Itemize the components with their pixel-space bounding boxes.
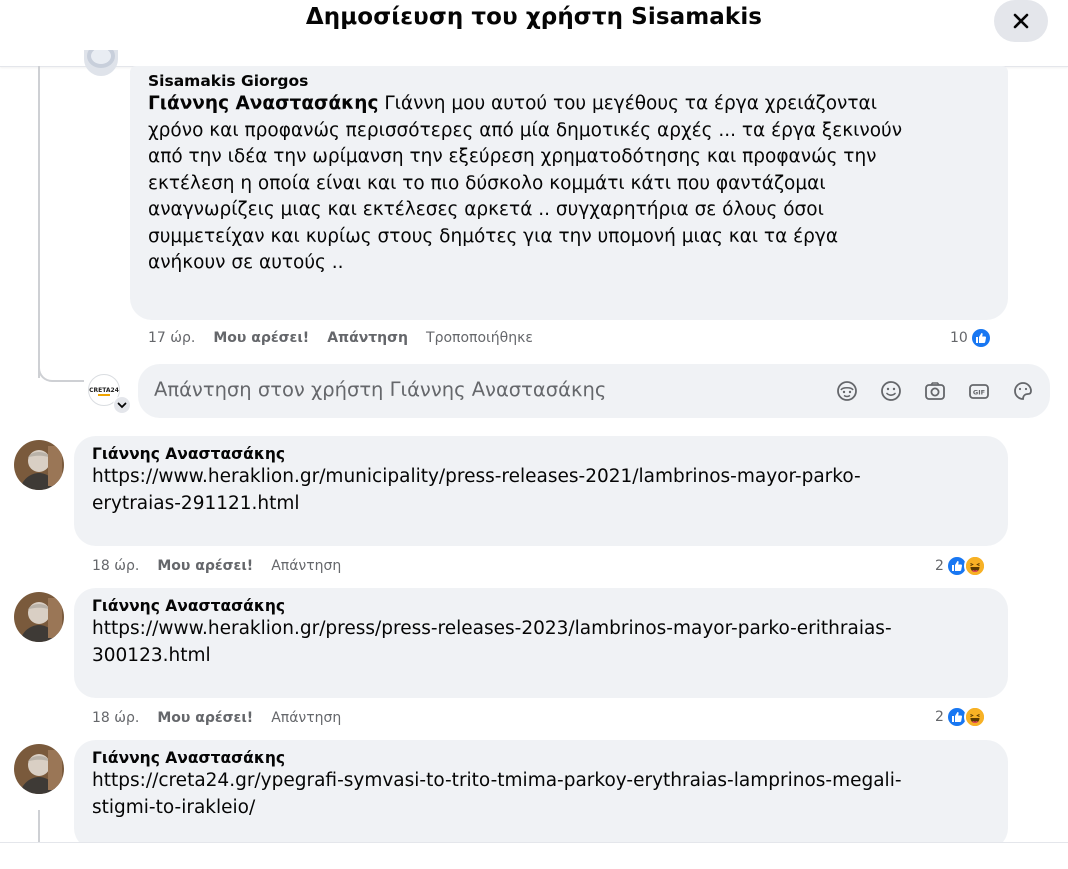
reply-link[interactable]: Απάντηση: [271, 710, 341, 726]
like-link[interactable]: Μου αρέσει!: [157, 710, 253, 726]
commenter-avatar[interactable]: [14, 440, 64, 490]
like-link[interactable]: Μου αρέσει!: [157, 558, 253, 574]
comment-time[interactable]: 18 ώρ.: [92, 558, 139, 574]
like-link[interactable]: Μου αρέσει!: [213, 330, 309, 346]
url-link[interactable]: https://www.heraklion.gr/municipality/pr…: [92, 466, 861, 487]
url-link[interactable]: erytraias-291121.html: [92, 493, 300, 514]
comment-meta: 18 ώρ. Μου αρέσει! Απάντηση: [92, 558, 341, 574]
comment-text: https://www.heraklion.gr/press/press-rel…: [92, 616, 994, 669]
comment-bubble: Γιάννης Αναστασάκης https://creta24.gr/y…: [74, 740, 1008, 850]
comment-text: https://www.heraklion.gr/municipality/pr…: [92, 464, 994, 517]
url-link[interactable]: 300123.html: [92, 645, 211, 666]
reaction-count: 10: [950, 330, 968, 346]
url-link[interactable]: https://www.heraklion.gr/press/press-rel…: [92, 618, 892, 639]
comment-bubble: Γιάννης Αναστασάκης https://www.heraklio…: [74, 436, 1008, 546]
comment-author[interactable]: Γιάννης Αναστασάκης: [92, 444, 994, 464]
comment-time[interactable]: 17 ώρ.: [148, 330, 195, 346]
comment-bubble: Γιάννης Αναστασάκης https://www.heraklio…: [74, 588, 1008, 698]
comment-meta: 17 ώρ. Μου αρέσει! Απάντηση Τροποποιήθηκ…: [148, 330, 533, 346]
camera-icon[interactable]: [922, 378, 948, 404]
mention-link[interactable]: Γιάννης Αναστασάκης: [148, 93, 378, 114]
reaction-summary[interactable]: 10: [950, 327, 992, 349]
reaction-summary[interactable]: 2: [935, 555, 986, 577]
comment-time[interactable]: 18 ώρ.: [92, 710, 139, 726]
dialog-title: Δημοσίευση του χρήστη Sisamakis: [305, 4, 763, 30]
emoji-icon[interactable]: [878, 378, 904, 404]
avatar[interactable]: [84, 50, 118, 76]
haha-reaction-icon: [963, 706, 986, 728]
thread-connector: [38, 352, 84, 382]
comment-bubble: Sisamakis Giorgos Γιάννης Αναστασάκης Γι…: [130, 66, 1008, 320]
edited-label[interactable]: Τροποποιήθηκε: [426, 330, 533, 346]
close-button[interactable]: [994, 0, 1048, 42]
commenter-avatar[interactable]: [14, 744, 64, 794]
comment-author[interactable]: Γιάννης Αναστασάκης: [92, 748, 994, 768]
reply-input[interactable]: Απάντηση στον χρήστη Γιάννης Αναστασάκης…: [138, 364, 1050, 418]
reaction-count: 2: [935, 558, 944, 574]
comment-text: Γιάννης Αναστασάκης Γιάννη μου αυτού του…: [148, 93, 903, 273]
avatar-sticker-icon[interactable]: [834, 378, 860, 404]
footer-composer-bar: [0, 842, 1068, 869]
url-link[interactable]: stigmi-to-irakleio/: [92, 797, 255, 818]
comment-text: https://creta24.gr/ypegrafi-symvasi-to-t…: [92, 768, 994, 821]
comment-author[interactable]: Sisamakis Giorgos: [148, 71, 994, 91]
svg-text:CRETA24: CRETA24: [89, 387, 119, 394]
avatar-dropdown-chevron-icon[interactable]: [113, 396, 131, 414]
reply-placeholder: Απάντηση στον χρήστη Γιάννης Αναστασάκης: [154, 378, 607, 401]
url-link[interactable]: https://creta24.gr/ypegrafi-symvasi-to-t…: [92, 770, 902, 791]
close-x-icon: [1011, 11, 1031, 31]
reaction-summary[interactable]: 2: [935, 706, 986, 728]
comment-meta: 18 ώρ. Μου αρέσει! Απάντηση: [92, 710, 341, 726]
svg-text:GIF: GIF: [973, 389, 985, 397]
thread-line: [38, 66, 40, 378]
dialog-header: Δημοσίευση του χρήστη Sisamakis: [0, 0, 1068, 67]
reply-link[interactable]: Απάντηση: [327, 330, 408, 346]
commenter-avatar[interactable]: [14, 592, 64, 642]
comment-author[interactable]: Γιάννης Αναστασάκης: [92, 596, 994, 616]
gif-icon[interactable]: GIF: [966, 378, 992, 404]
reply-link[interactable]: Απάντηση: [271, 558, 341, 574]
sticker-icon[interactable]: [1010, 378, 1036, 404]
reaction-count: 2: [935, 709, 944, 725]
haha-reaction-icon: [963, 555, 986, 577]
like-reaction-icon: [969, 327, 992, 349]
